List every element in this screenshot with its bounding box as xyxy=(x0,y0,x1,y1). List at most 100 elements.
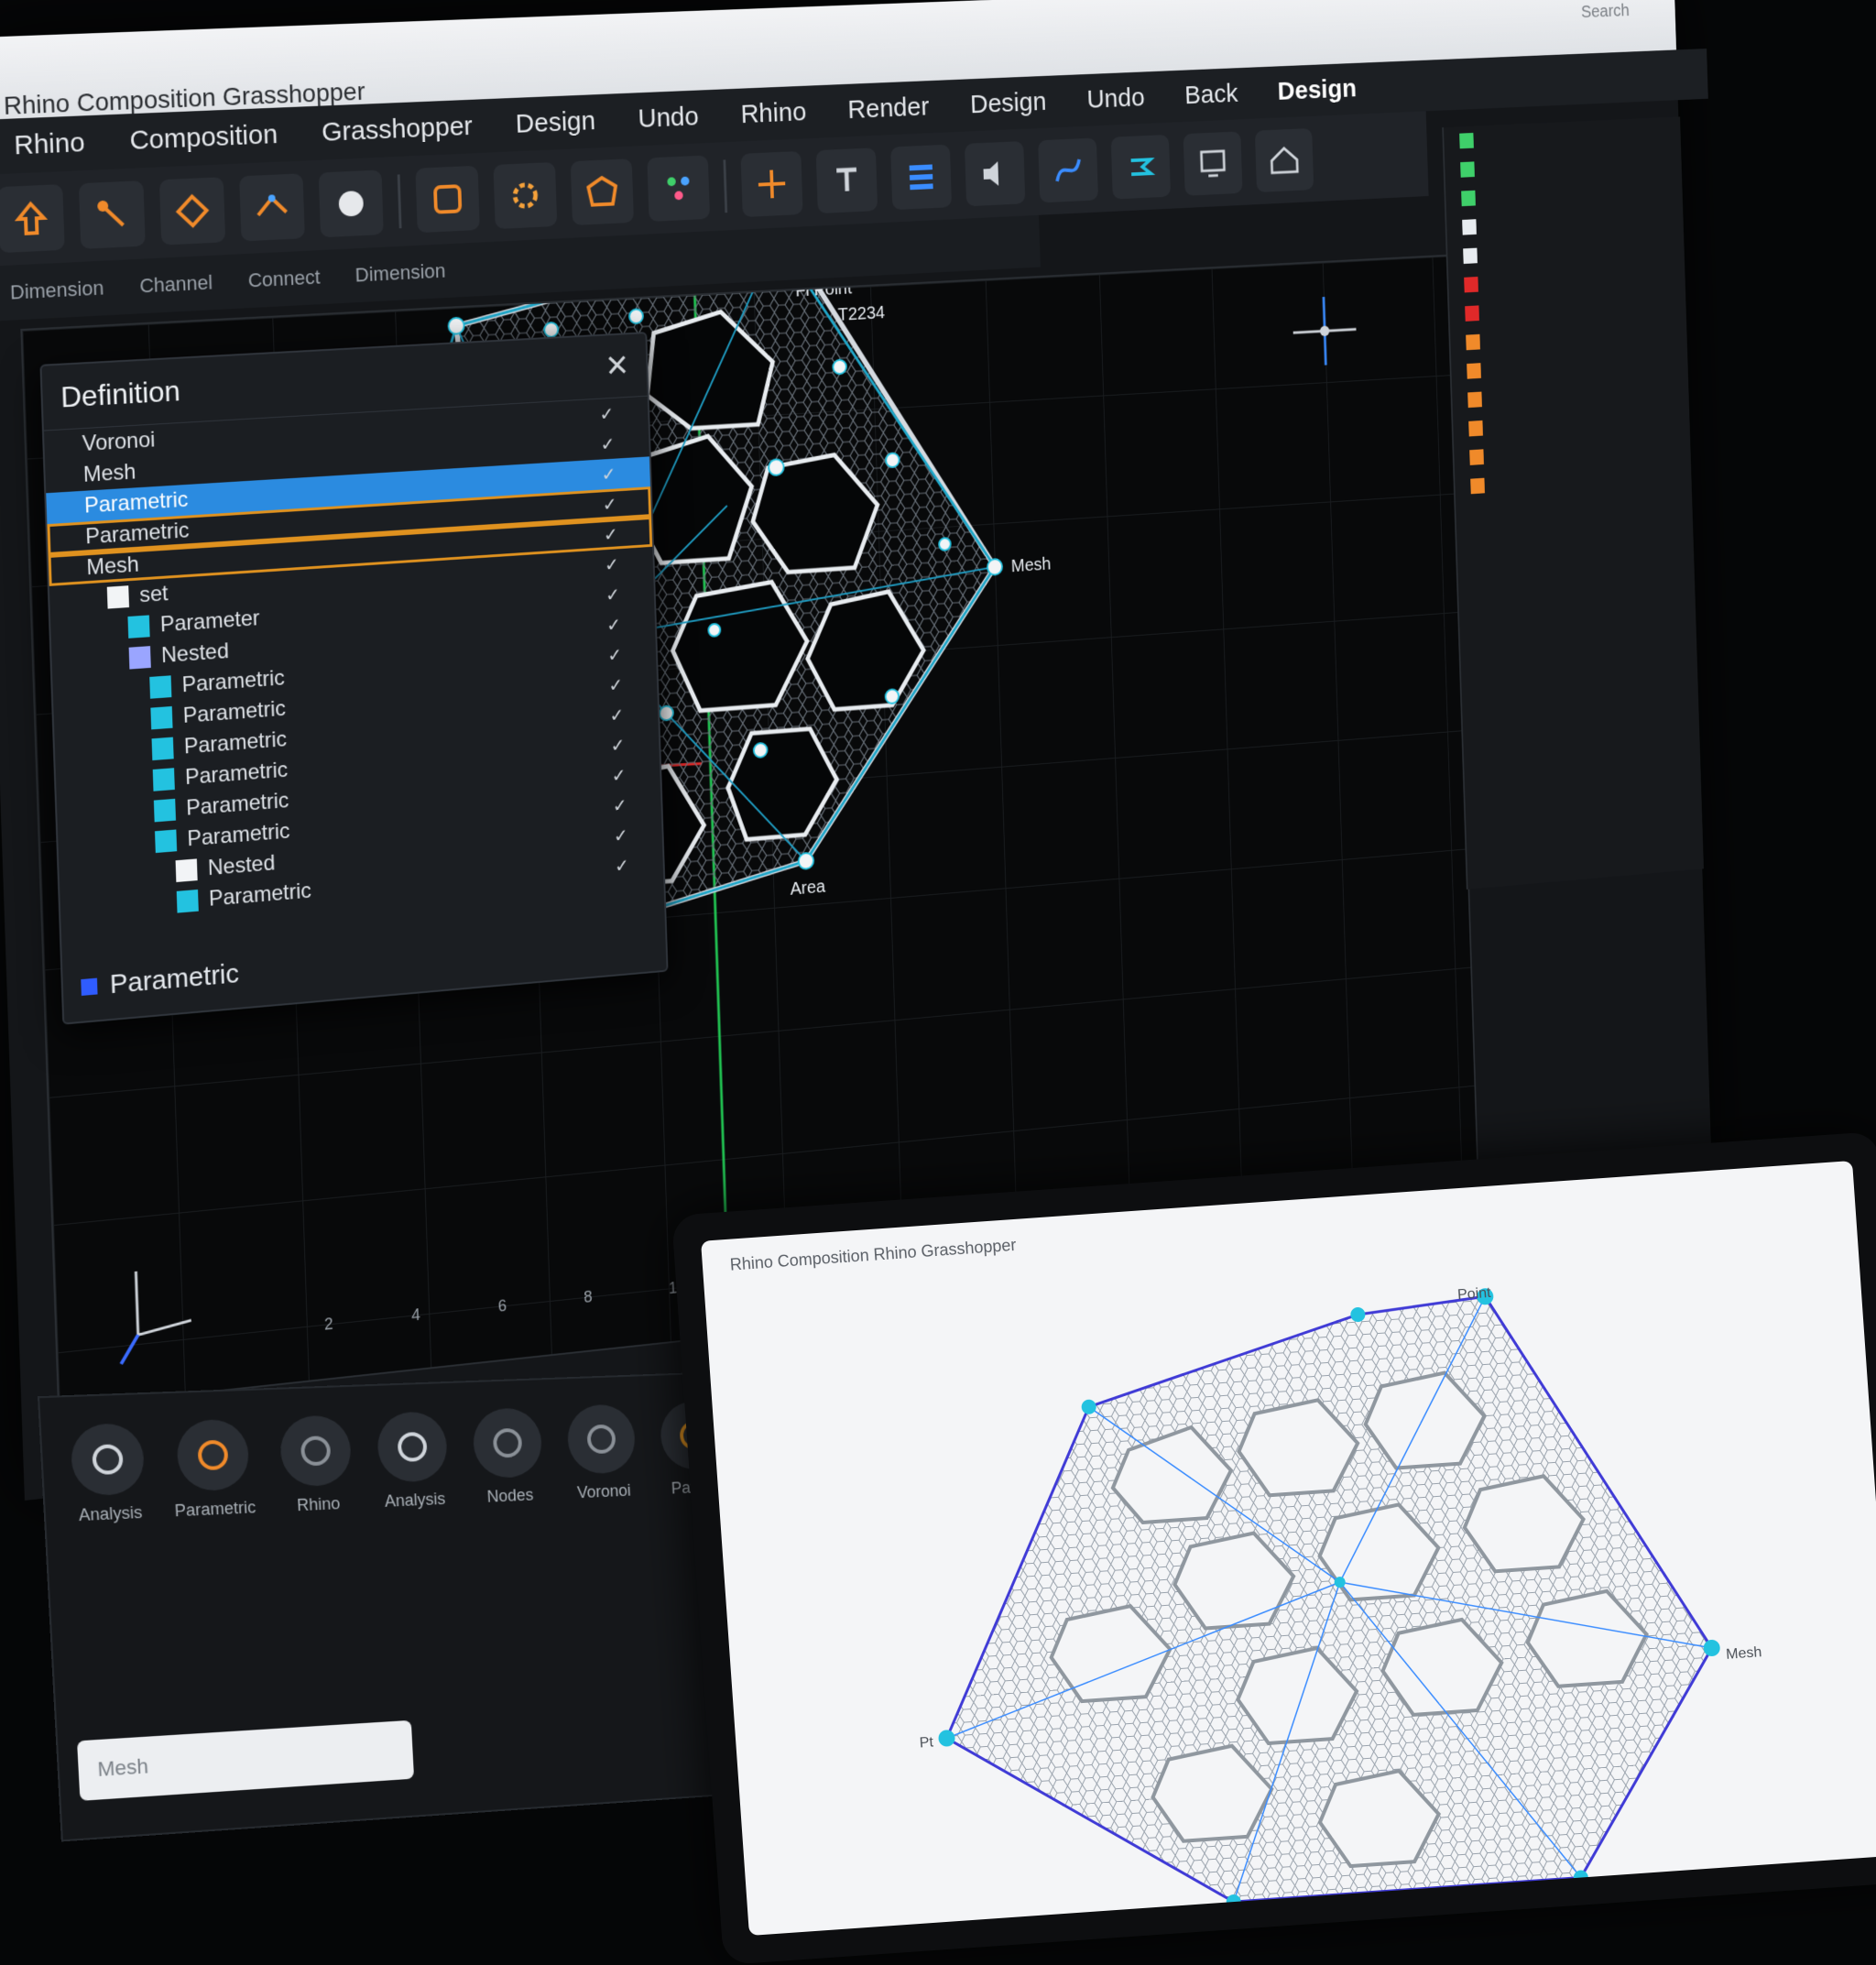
display-icon[interactable] xyxy=(1183,131,1243,195)
menu-item[interactable]: Design xyxy=(970,87,1047,120)
component-tool-icon xyxy=(566,1403,637,1475)
layer-color-icon xyxy=(1467,392,1482,409)
check-icon[interactable]: ✓ xyxy=(602,493,616,516)
check-icon[interactable]: ✓ xyxy=(606,613,621,636)
transform-icon[interactable] xyxy=(79,180,146,249)
layers-icon[interactable] xyxy=(890,145,952,211)
menu-item[interactable]: Composition xyxy=(129,119,278,157)
menu-item[interactable]: Render xyxy=(847,93,930,126)
layer-color-icon xyxy=(1463,248,1478,264)
check-icon[interactable]: ✓ xyxy=(600,432,615,455)
component-panel: Analysis Parametric Rhino Analysis Nodes Voro… xyxy=(38,1371,753,1842)
component-tool[interactable]: Analysis xyxy=(376,1411,451,1512)
home-icon[interactable] xyxy=(1255,128,1314,192)
node-icon xyxy=(152,737,174,760)
component-tool-icon xyxy=(175,1418,249,1491)
particles-icon[interactable] xyxy=(647,155,710,222)
definition-footer: Parametric xyxy=(81,958,240,1002)
move-icon[interactable] xyxy=(0,184,65,253)
tablet-screen[interactable]: Rhino Composition Rhino Grasshopper xyxy=(701,1161,1876,1936)
gear-icon[interactable] xyxy=(493,162,557,229)
check-icon[interactable]: ✓ xyxy=(605,553,619,576)
component-tool[interactable]: Rhino xyxy=(278,1414,354,1516)
tablet-mesh-label: Mesh xyxy=(1726,1644,1762,1664)
ruler-tick: 4 xyxy=(411,1305,420,1325)
check-icon[interactable]: ✓ xyxy=(611,764,626,787)
menu-item[interactable]: Undo xyxy=(638,102,699,135)
menu-item[interactable]: Rhino xyxy=(740,97,807,130)
component-tool[interactable]: Voronoi xyxy=(566,1403,638,1502)
layer-color-icon xyxy=(1468,420,1483,437)
menu-item[interactable]: Back xyxy=(1184,79,1238,110)
layers-panel xyxy=(1442,116,1704,890)
tablet-mesh[interactable] xyxy=(910,1273,1736,1928)
node-icon xyxy=(176,858,198,882)
menu-item[interactable]: Design xyxy=(515,106,595,140)
toolbar-separator xyxy=(398,174,402,228)
point-icon[interactable] xyxy=(741,151,803,217)
menu-item[interactable]: Grasshopper xyxy=(322,111,474,147)
tree-item-label: Parameter xyxy=(159,606,259,638)
solid-icon[interactable] xyxy=(415,166,479,233)
tree-item-label: Mesh xyxy=(82,460,136,488)
tree-item-label: Parametric xyxy=(181,666,285,699)
layer-color-icon xyxy=(1464,277,1478,292)
polygon-icon[interactable] xyxy=(159,177,225,245)
vertex-icon[interactable] xyxy=(239,173,305,241)
tablet-device: Rhino Composition Rhino Grasshopper xyxy=(671,1131,1876,1965)
component-tool[interactable]: Analysis xyxy=(70,1423,147,1526)
component-tool[interactable]: Nodes xyxy=(472,1407,544,1507)
param-swatch-icon xyxy=(81,978,97,996)
subtab[interactable]: Channel xyxy=(139,271,213,299)
component-tool-label: Analysis xyxy=(384,1490,445,1512)
layer-color-icon xyxy=(1470,478,1485,495)
check-icon[interactable]: ✓ xyxy=(604,523,618,546)
tree-item-label: Parametric xyxy=(84,487,189,519)
subtab[interactable]: Connect xyxy=(247,266,321,293)
subtab[interactable]: Dimension xyxy=(354,259,446,287)
check-icon[interactable]: ✓ xyxy=(605,583,620,606)
curve-icon[interactable] xyxy=(1038,137,1098,202)
check-icon[interactable]: ✓ xyxy=(614,824,628,846)
menu-item-design[interactable]: Design xyxy=(1277,74,1357,106)
layer-color-icon xyxy=(1466,334,1480,350)
layer-color-icon xyxy=(1467,363,1481,379)
coord-label: T2234 xyxy=(837,303,885,326)
component-tool[interactable]: Parametric xyxy=(170,1418,256,1521)
toolbar-separator xyxy=(723,159,727,213)
check-icon[interactable]: ✓ xyxy=(610,734,625,757)
node-icon xyxy=(153,768,175,791)
search-input[interactable]: Mesh xyxy=(77,1720,414,1801)
menu-item[interactable]: Rhino xyxy=(14,127,85,161)
check-icon[interactable]: ✓ xyxy=(609,704,624,726)
footer-label: Parametric xyxy=(109,958,239,1000)
check-icon[interactable]: ✓ xyxy=(599,402,614,425)
tree-item-label: Parametric xyxy=(209,879,312,912)
layer-color-icon xyxy=(1459,133,1474,148)
check-icon[interactable]: ✓ xyxy=(601,463,616,486)
close-icon[interactable]: ✕ xyxy=(605,348,630,385)
sync-icon[interactable] xyxy=(1111,135,1171,200)
snap-icon[interactable] xyxy=(816,147,878,213)
tablet-pt-label: Pt xyxy=(919,1735,933,1752)
check-icon[interactable]: ✓ xyxy=(615,854,629,877)
material-icon[interactable] xyxy=(319,169,384,237)
node-icon xyxy=(155,829,177,853)
definition-tree: Voronoi✓Mesh✓Parametric✓Parametric✓Mesh✓… xyxy=(44,397,663,927)
component-tool-icon xyxy=(70,1423,146,1497)
check-icon[interactable]: ✓ xyxy=(608,673,623,696)
check-icon[interactable]: ✓ xyxy=(607,643,622,666)
audio-icon[interactable] xyxy=(965,141,1025,206)
tree-item-label: Nested xyxy=(207,851,275,882)
subtab[interactable]: Dimension xyxy=(10,277,104,305)
ruler-tick: 6 xyxy=(497,1296,507,1315)
point-label: Fl Point xyxy=(795,278,852,301)
layer-color-icon xyxy=(1469,449,1484,465)
check-icon[interactable]: ✓ xyxy=(613,793,627,816)
menu-item[interactable]: Undo xyxy=(1086,83,1145,115)
component-tool-icon xyxy=(278,1414,352,1488)
ruler-tick: 2 xyxy=(324,1315,333,1335)
window-search[interactable]: Search xyxy=(1581,1,1631,22)
polyhedron-icon[interactable] xyxy=(571,158,634,225)
tablet-canvas xyxy=(701,1161,1876,1936)
